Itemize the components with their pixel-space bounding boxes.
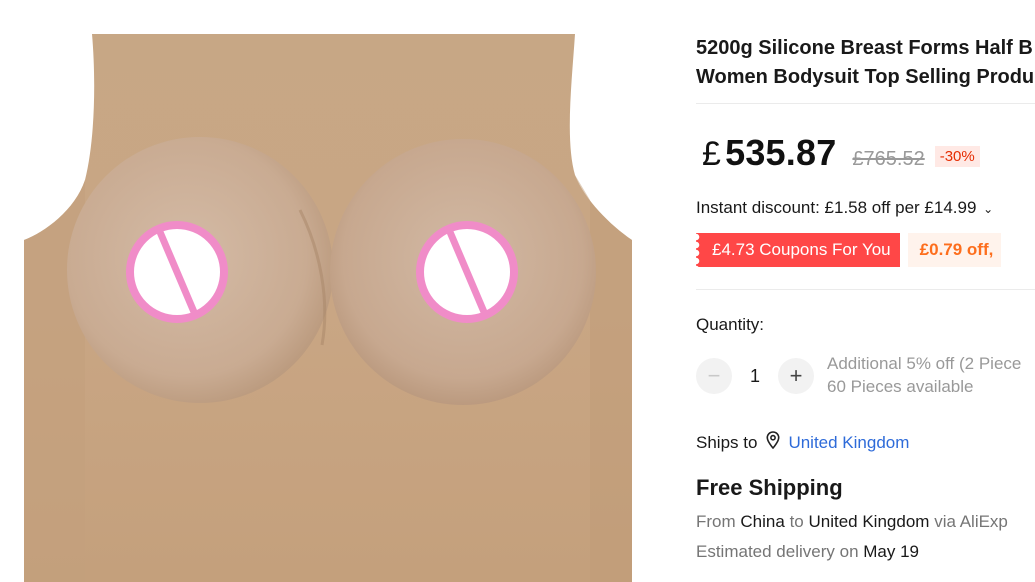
- via-carrier: via AliExp: [934, 512, 1008, 531]
- discount-badge: -30%: [934, 146, 980, 167]
- original-price: £765.52: [852, 148, 925, 170]
- bulk-discount-text: Additional 5% off (2 Piece: [827, 354, 1022, 373]
- to-label: to: [789, 512, 804, 531]
- shipping-route: From China to United Kingdom via AliExp: [696, 512, 1008, 532]
- to-country: United Kingdom: [808, 512, 930, 531]
- quantity-input[interactable]: 1: [732, 366, 778, 387]
- decrease-quantity-button[interactable]: −: [696, 358, 732, 394]
- ships-to-label: Ships to: [696, 432, 758, 452]
- location-pin-icon: [766, 431, 780, 454]
- currency-symbol: £: [702, 135, 722, 173]
- product-title-line1: 5200g Silicone Breast Forms Half B: [696, 37, 1033, 59]
- divider: [696, 289, 1035, 290]
- instant-discount-text: £1.58 off per £14.99: [824, 198, 977, 217]
- ships-to: Ships to United Kingdom: [696, 431, 909, 454]
- product-photo: [24, 34, 632, 582]
- from-country: China: [740, 512, 785, 531]
- store-coupon-badge[interactable]: £0.79 off,: [907, 233, 1002, 267]
- ships-to-country-link[interactable]: United Kingdom: [788, 433, 909, 453]
- censor-icon-right: [416, 221, 518, 323]
- quantity-info: Additional 5% off (2 Piece 60 Pieces ava…: [827, 352, 1021, 398]
- chevron-down-icon[interactable]: ⌄: [983, 202, 993, 216]
- free-shipping-title: Free Shipping: [696, 475, 843, 500]
- eta-label: Estimated delivery on: [696, 542, 859, 561]
- current-price: £535.87: [702, 132, 836, 174]
- coupon-row: £4.73 Coupons For You £0.79 off,: [696, 233, 1002, 267]
- from-label: From: [696, 512, 736, 531]
- censor-icon-left: [126, 221, 228, 323]
- price-row: £535.87 £765.52 -30%: [702, 132, 980, 174]
- product-title-line2: Women Bodysuit Top Selling Produ: [696, 66, 1035, 88]
- current-price-value: 535.87: [725, 132, 837, 173]
- increase-quantity-button[interactable]: +: [778, 358, 814, 394]
- stock-available: 60 Pieces available: [827, 377, 974, 396]
- instant-discount[interactable]: Instant discount: £1.58 off per £14.99 ⌄: [696, 198, 993, 218]
- quantity-stepper: − 1 +: [696, 358, 814, 394]
- divider: [696, 103, 1035, 104]
- product-image[interactable]: [0, 0, 655, 582]
- product-info-panel: 5200g Silicone Breast Forms Half B Women…: [696, 0, 1035, 582]
- product-title: 5200g Silicone Breast Forms Half B Women…: [696, 34, 1035, 92]
- quantity-label: Quantity:: [696, 315, 765, 334]
- instant-discount-label: Instant discount:: [696, 198, 820, 217]
- estimated-delivery: Estimated delivery on May 19: [696, 542, 919, 562]
- eta-date: May 19: [863, 542, 920, 561]
- coupons-button[interactable]: £4.73 Coupons For You: [696, 233, 900, 267]
